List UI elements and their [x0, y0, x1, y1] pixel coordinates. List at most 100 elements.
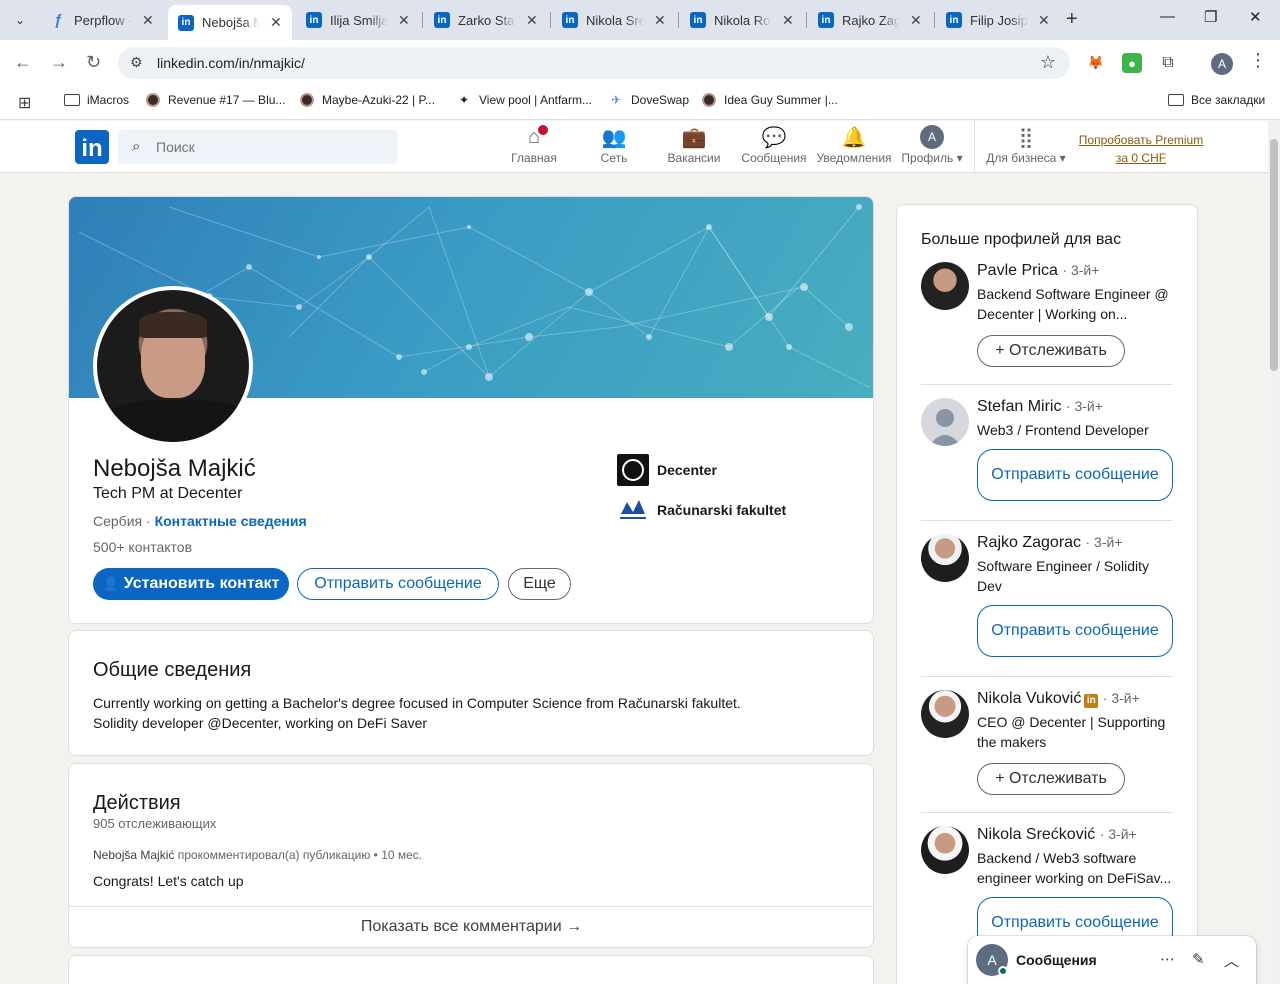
tab-search-button[interactable]: ⌄ [8, 8, 32, 32]
bookmark-ideaguy[interactable]: Idea Guy Summer |... [702, 93, 838, 107]
org-racunarski[interactable]: Računarski fakultet [617, 494, 786, 526]
tab-perpflow[interactable]: ƒ Perpflow - ✕ [40, 6, 164, 34]
nav-profile[interactable]: A Профиль ▾ [892, 125, 972, 165]
bookmark-revenue[interactable]: Revenue #17 — Blu... [146, 93, 285, 107]
address-bar[interactable]: ⚙ linkedin.com/in/nmajkic/ ☆ [118, 47, 1070, 79]
connect-button[interactable]: 👤 Установить контакт [93, 568, 289, 600]
about-line-2: Solidity developer @Decenter, working on… [93, 715, 428, 731]
profile-name-row[interactable]: Pavle Prica · 3-й+ [977, 262, 1099, 280]
org-decenter[interactable]: Decenter [617, 454, 717, 486]
linkedin-icon: in [562, 12, 578, 28]
nav-network[interactable]: 👥 Сеть [574, 125, 654, 166]
bookmark-doveswap[interactable]: ✈ DoveSwap [608, 93, 689, 107]
close-icon[interactable]: ✕ [270, 14, 282, 31]
browser-menu-icon[interactable]: ⋮ [1249, 50, 1267, 71]
messaging-title[interactable]: Сообщения [1016, 952, 1097, 968]
apps-icon[interactable]: ⊞ [18, 93, 31, 113]
close-icon[interactable]: ✕ [526, 12, 538, 29]
tab-title: Filip Josip [970, 12, 1028, 28]
suggested-headline: Web3 / Frontend Developer [977, 422, 1149, 438]
linkedin-header: in ⌕ ⌂ Главная 👥 Сеть 💼 Вакансии 💬 Сообщ… [0, 121, 1268, 173]
avatar[interactable] [921, 398, 969, 446]
activity-author[interactable]: Nebojša Majkić [93, 848, 174, 862]
close-icon[interactable]: ✕ [142, 12, 154, 29]
forward-button[interactable]: → [50, 52, 68, 73]
message-button[interactable]: Отправить сообщение [977, 605, 1173, 657]
search-box[interactable]: ⌕ [118, 130, 397, 164]
suggested-name: Stefan Miric [977, 398, 1062, 415]
about-line-1: Currently working on getting a Bachelor'… [93, 695, 741, 711]
url-text[interactable]: linkedin.com/in/nmajkic/ [157, 55, 305, 71]
message-button[interactable]: Отправить сообщение [977, 449, 1173, 501]
chevron-up-icon[interactable]: ︿ [1224, 950, 1239, 971]
nav-notifications[interactable]: 🔔 Уведомления [814, 125, 894, 166]
avatar[interactable] [921, 262, 969, 310]
close-icon[interactable]: ✕ [782, 12, 794, 29]
minimize-button[interactable]: — [1160, 8, 1175, 25]
follow-button[interactable]: + Отслеживать [977, 335, 1125, 367]
bookmark-star-icon[interactable]: ☆ [1040, 52, 1056, 73]
page-scrollbar[interactable] [1268, 121, 1280, 984]
profile-name-row[interactable]: Rajko Zagorac · 3-й+ [977, 534, 1123, 552]
activity-comment[interactable]: Congrats! Let's catch up [93, 871, 244, 891]
avatar[interactable] [921, 534, 969, 582]
browser-profile-avatar[interactable]: A [1211, 53, 1233, 75]
profile-name-row[interactable]: Stefan Miric · 3-й+ [977, 398, 1103, 416]
linkedin-logo[interactable]: in [75, 130, 109, 164]
nav-label: Главная [511, 151, 557, 165]
message-button[interactable]: Отправить сообщение [297, 568, 499, 600]
tab-linkedin[interactable]: in Zarko Stan ✕ [424, 6, 548, 34]
tab-linkedin[interactable]: in Nikola Sreć ✕ [552, 6, 676, 34]
contact-info-link[interactable]: Контактные сведения [155, 513, 307, 529]
bookmark-imacros[interactable]: iMacros [64, 93, 129, 107]
more-button[interactable]: Еще [508, 568, 571, 600]
new-tab-button[interactable]: + [1066, 8, 1078, 31]
tab-linkedin[interactable]: in Filip Josip ✕ [936, 6, 1060, 34]
nav-jobs[interactable]: 💼 Вакансии [654, 125, 734, 166]
restore-button[interactable]: ❐ [1204, 8, 1217, 26]
profile-name-row[interactable]: Nikola Srećković · 3-й+ [977, 826, 1137, 844]
connections-count[interactable]: 500+ контактов [93, 539, 192, 555]
tab-active-profile[interactable]: in Nebojša M ✕ [168, 5, 292, 40]
close-window-button[interactable]: ✕ [1249, 8, 1262, 26]
bookmark-label: View pool | Antfarm... [479, 93, 592, 107]
search-input[interactable] [156, 130, 386, 164]
back-button[interactable]: ← [14, 52, 32, 73]
bookmark-antfarm[interactable]: ✦ View pool | Antfarm... [456, 93, 592, 107]
nav-business[interactable]: ⣿ Для бизнеса ▾ [986, 125, 1066, 166]
nav-home[interactable]: ⌂ Главная [494, 123, 574, 165]
avatar[interactable] [921, 826, 969, 874]
frog-extension-icon[interactable]: ● [1122, 53, 1142, 73]
profile-name-row[interactable]: Nikola Vuković in · 3-й+ [977, 690, 1140, 708]
compose-icon[interactable]: ✎ [1192, 950, 1205, 968]
all-bookmarks[interactable]: Все закладки [1168, 93, 1265, 107]
avatar[interactable] [921, 690, 969, 738]
bookmark-label: Maybe-Azuki-22 | P... [322, 93, 435, 107]
tab-linkedin[interactable]: in Rajko Zag ✕ [808, 6, 932, 34]
reload-button[interactable]: ↻ [86, 52, 101, 73]
nav-messaging[interactable]: 💬 Сообщения [734, 125, 814, 166]
try-premium-link[interactable]: Попробовать Premium за 0 CHF [1076, 131, 1206, 167]
tab-linkedin[interactable]: in Nikola Ro ✕ [680, 6, 804, 34]
close-icon[interactable]: ✕ [654, 12, 666, 29]
profile-photo[interactable] [93, 286, 253, 446]
home-icon: ⌂ [494, 123, 574, 149]
show-all-comments-button[interactable]: Показать все комментарии → [69, 906, 873, 947]
browser-tab-bar: ⌄ ƒ Perpflow - ✕ in Nebojša M ✕ in Ilija… [0, 0, 1280, 40]
close-icon[interactable]: ✕ [910, 12, 922, 29]
messaging-overlay[interactable]: A Сообщения ⋯ ✎ ︿ [968, 936, 1256, 984]
close-icon[interactable]: ✕ [398, 12, 410, 29]
tab-linkedin[interactable]: in Ilija Smiljan ✕ [296, 6, 420, 34]
tab-title: Nikola Ro [714, 12, 771, 28]
site-info-icon[interactable]: ⚙ [130, 54, 143, 71]
follow-button[interactable]: + Отслеживать [977, 763, 1125, 795]
metamask-icon[interactable]: 🦊 [1086, 53, 1106, 73]
close-icon[interactable]: ✕ [1038, 12, 1050, 29]
nav-label: Профиль [901, 151, 954, 165]
tab-title: Nikola Sreć [586, 12, 644, 28]
bookmark-azuki[interactable]: Maybe-Azuki-22 | P... [300, 93, 435, 107]
more-options-icon[interactable]: ⋯ [1160, 950, 1175, 968]
scrollbar-thumb[interactable] [1270, 139, 1278, 371]
extensions-icon[interactable]: ⧉ [1158, 53, 1178, 73]
connection-degree: · 3-й+ [1065, 398, 1103, 414]
